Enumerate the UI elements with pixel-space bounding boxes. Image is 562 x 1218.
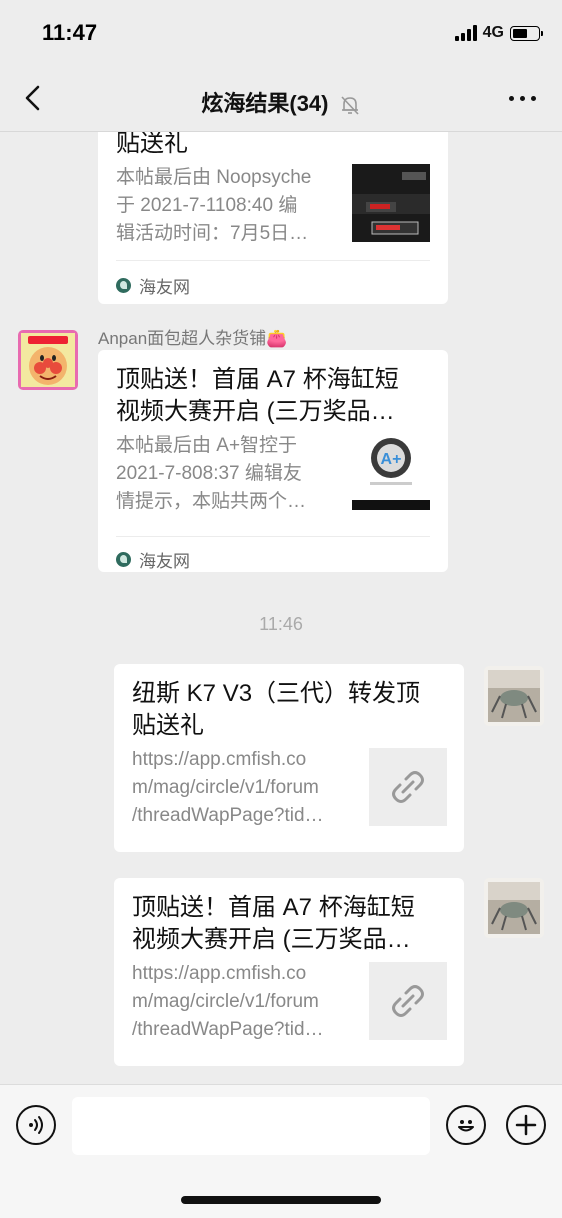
- link-icon-thumbnail: [369, 748, 447, 826]
- mute-bell-icon: [341, 96, 359, 115]
- time-divider: 11:46: [259, 614, 303, 634]
- link-icon-thumbnail: [369, 962, 447, 1040]
- shared-link-card[interactable]: 顶贴送！首届 A7 杯海缸短 视频大赛开启 (三万奖品… 本帖最后由 A+智控于…: [98, 350, 448, 572]
- card-source: 海友网: [116, 273, 190, 298]
- sender-name: Anpan面包超人杂货铺👛: [98, 329, 288, 348]
- signal-icon: [454, 25, 477, 41]
- more-actions-button[interactable]: [506, 1105, 546, 1145]
- outgoing-link-card[interactable]: 顶贴送！首届 A7 杯海缸短 视频大赛开启 (三万奖品… https://app…: [114, 878, 464, 1066]
- more-icon[interactable]: [509, 96, 536, 101]
- chat-area[interactable]: 贴送礼 本帖最后由 Noopsyche 于 2021-7-1108:40 编 辑…: [0, 132, 562, 1084]
- card-title: 纽斯 K7 V3（三代）转发顶 贴送礼: [132, 680, 421, 739]
- nav-bar: 炫海结果(34): [0, 66, 562, 132]
- card-description: 本帖最后由 A+智控于 2021-7-808:37 编辑友 情提示，本贴共两个…: [116, 435, 307, 512]
- message-input[interactable]: [72, 1097, 430, 1155]
- card-url: https://app.cmfish.co m/mag/circle/v1/fo…: [132, 963, 324, 1040]
- voice-input-button[interactable]: [16, 1105, 56, 1145]
- card-title: 顶贴送！首届 A7 杯海缸短 视频大赛开启 (三万奖品…: [132, 894, 415, 953]
- card-description: 本帖最后由 Noopsyche 于 2021-7-1108:40 编 辑活动时间…: [116, 167, 312, 244]
- link-icon: [392, 985, 424, 1017]
- status-icons: 4G: [454, 24, 543, 42]
- source-name: 海友网: [139, 552, 190, 571]
- sender-avatar[interactable]: [18, 330, 78, 390]
- emoji-icon: [458, 1120, 474, 1132]
- card-url: https://app.cmfish.co m/mag/circle/v1/fo…: [132, 749, 324, 826]
- plus-icon: [515, 1114, 537, 1136]
- link-icon: [392, 771, 424, 803]
- chat-title-text: 炫海结果(34): [201, 91, 329, 116]
- battery-icon: [510, 25, 543, 41]
- shared-link-card[interactable]: 贴送礼 本帖最后由 Noopsyche 于 2021-7-1108:40 编 辑…: [98, 132, 448, 304]
- network-type: 4G: [482, 24, 504, 41]
- source-app-icon: [116, 552, 131, 567]
- card-divider: [116, 536, 430, 537]
- card-thumbnail: A+: [352, 432, 430, 510]
- outgoing-link-card[interactable]: 纽斯 K7 V3（三代）转发顶 贴送礼 https://app.cmfish.c…: [114, 664, 464, 852]
- card-title: 顶贴送！首届 A7 杯海缸短 视频大赛开启 (三万奖品…: [116, 366, 399, 425]
- status-bar: 11:47 4G: [0, 0, 562, 66]
- chat-title: 炫海结果(34): [0, 86, 562, 118]
- card-divider: [116, 260, 430, 261]
- source-app-icon: [116, 278, 131, 293]
- card-source: 海友网: [116, 547, 190, 572]
- home-indicator: [181, 1196, 381, 1204]
- svg-text:A+: A+: [381, 451, 402, 468]
- voice-icon: [29, 1116, 43, 1134]
- my-avatar[interactable]: [484, 878, 544, 938]
- status-time: 11:47: [42, 20, 98, 45]
- my-avatar[interactable]: [484, 666, 544, 726]
- card-title: 贴送礼: [116, 132, 188, 157]
- emoji-button[interactable]: [446, 1105, 486, 1145]
- source-name: 海友网: [139, 278, 190, 297]
- card-thumbnail: [352, 164, 430, 242]
